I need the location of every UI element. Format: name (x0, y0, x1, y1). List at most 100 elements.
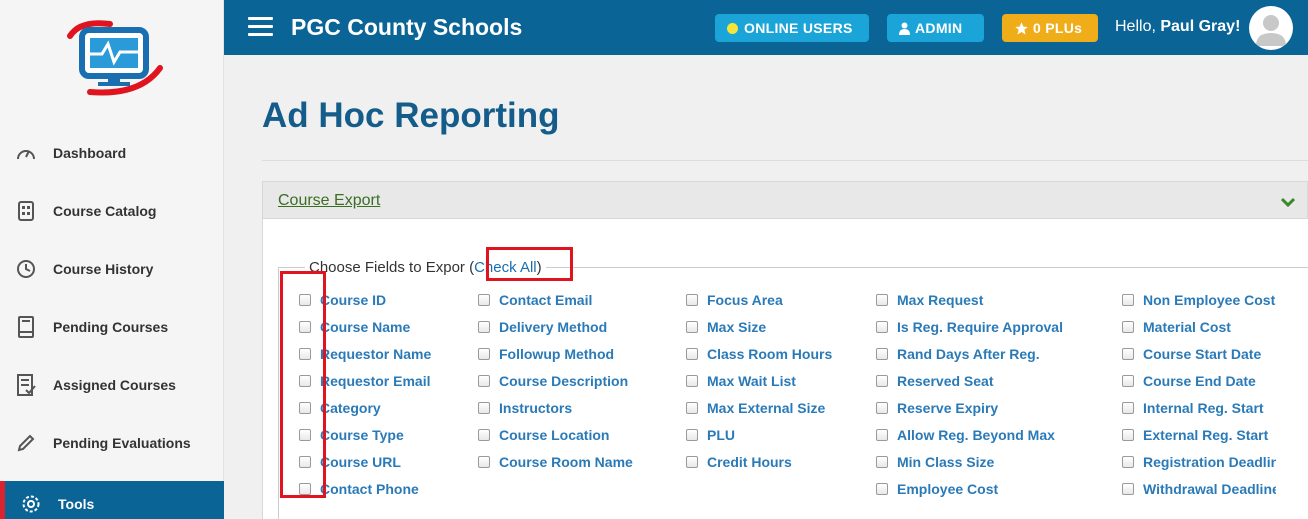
checkbox[interactable] (876, 347, 888, 360)
checkbox[interactable] (686, 293, 698, 306)
checkbox[interactable] (876, 320, 888, 333)
checkbox[interactable] (1122, 482, 1134, 495)
field-label: Withdrawal Deadline (1143, 480, 1276, 497)
checkbox[interactable] (1122, 428, 1134, 441)
field-label: Requestor Name (320, 345, 432, 362)
field-course-start-date[interactable]: Course Start Date (1122, 340, 1276, 367)
field-course-end-date[interactable]: Course End Date (1122, 367, 1276, 394)
checkbox[interactable] (686, 347, 698, 360)
admin-button[interactable]: ADMIN (887, 14, 984, 42)
plus-button[interactable]: 0 PLUs (1002, 14, 1098, 42)
checklist-icon (14, 373, 38, 397)
fields-column-4: Max Request Is Reg. Require Approval Ran… (876, 286, 1063, 502)
avatar[interactable] (1249, 6, 1293, 50)
field-course-location[interactable]: Course Location (478, 421, 633, 448)
checkbox[interactable] (876, 482, 888, 495)
checkbox[interactable] (478, 401, 490, 414)
sidebar-item-label: Dashboard (53, 145, 127, 161)
catalog-icon (14, 199, 38, 223)
sidebar-item-assigned-courses[interactable]: Assigned Courses (0, 356, 224, 414)
field-label: Course Description (499, 372, 629, 389)
sidebar: Dashboard Course Catalog Course History … (0, 0, 224, 519)
field-max-wait-list[interactable]: Max Wait List (686, 367, 832, 394)
chevron-down-icon[interactable] (1280, 194, 1296, 212)
checkbox[interactable] (876, 401, 888, 414)
field-label: Focus Area (707, 291, 783, 308)
checkbox[interactable] (686, 374, 698, 387)
checkbox[interactable] (686, 428, 698, 441)
field-label: Class Room Hours (707, 345, 833, 362)
gear-icon (19, 492, 43, 516)
field-plu[interactable]: PLU (686, 421, 832, 448)
checkbox[interactable] (478, 374, 490, 387)
checkbox[interactable] (876, 428, 888, 441)
field-employee-cost[interactable]: Employee Cost (876, 475, 1063, 502)
sidebar-item-course-catalog[interactable]: Course Catalog (0, 182, 224, 240)
course-export-link[interactable]: Course Export (278, 192, 380, 210)
checkbox[interactable] (876, 374, 888, 387)
field-rand-days-after-reg[interactable]: Rand Days After Reg. (876, 340, 1063, 367)
checkbox[interactable] (1122, 293, 1134, 306)
field-label: Delivery Method (499, 318, 608, 335)
field-class-room-hours[interactable]: Class Room Hours (686, 340, 832, 367)
field-external-reg-start[interactable]: External Reg. Start (1122, 421, 1276, 448)
sidebar-item-label: Course History (53, 261, 154, 277)
checkbox[interactable] (686, 401, 698, 414)
checkbox[interactable] (876, 293, 888, 306)
sidebar-item-label: Assigned Courses (53, 377, 176, 393)
plus-label: 0 PLUs (1033, 20, 1083, 36)
field-label: Employee Cost (897, 480, 999, 497)
menu-icon[interactable] (248, 17, 273, 37)
checkbox[interactable] (876, 455, 888, 468)
field-max-external-size[interactable]: Max External Size (686, 394, 832, 421)
checkbox[interactable] (1122, 320, 1134, 333)
field-label: Allow Reg. Beyond Max (897, 426, 1055, 443)
field-contact-email[interactable]: Contact Email (478, 286, 633, 313)
sidebar-nav: Dashboard Course Catalog Course History … (0, 124, 224, 519)
greeting-text: Hello, (1115, 18, 1156, 35)
field-max-request[interactable]: Max Request (876, 286, 1063, 313)
sidebar-item-pending-courses[interactable]: Pending Courses (0, 298, 224, 356)
field-label: Max Wait List (707, 372, 796, 389)
sidebar-item-dashboard[interactable]: Dashboard (0, 124, 224, 182)
field-non-employee-cost[interactable]: Non Employee Cost (1122, 286, 1276, 313)
field-internal-reg-start[interactable]: Internal Reg. Start (1122, 394, 1276, 421)
field-focus-area[interactable]: Focus Area (686, 286, 832, 313)
checkbox[interactable] (1122, 401, 1134, 414)
field-is-reg-require-approval[interactable]: Is Reg. Require Approval (876, 313, 1063, 340)
checkbox[interactable] (478, 347, 490, 360)
field-registration-deadline[interactable]: Registration Deadline (1122, 448, 1276, 475)
checkbox[interactable] (478, 293, 490, 306)
field-withdrawal-deadline[interactable]: Withdrawal Deadline (1122, 475, 1276, 502)
checkbox[interactable] (1122, 455, 1134, 468)
field-credit-hours[interactable]: Credit Hours (686, 448, 832, 475)
checkbox[interactable] (478, 320, 490, 333)
field-followup-method[interactable]: Followup Method (478, 340, 633, 367)
field-material-cost[interactable]: Material Cost (1122, 313, 1276, 340)
book-icon (14, 315, 38, 339)
field-reserved-seat[interactable]: Reserved Seat (876, 367, 1063, 394)
field-course-room-name[interactable]: Course Room Name (478, 448, 633, 475)
sidebar-item-pending-evaluations[interactable]: Pending Evaluations (0, 414, 224, 472)
field-reserve-expiry[interactable]: Reserve Expiry (876, 394, 1063, 421)
field-label: Max External Size (707, 399, 826, 416)
field-min-class-size[interactable]: Min Class Size (876, 448, 1063, 475)
checkbox[interactable] (478, 455, 490, 468)
field-delivery-method[interactable]: Delivery Method (478, 313, 633, 340)
sidebar-item-course-history[interactable]: Course History (0, 240, 224, 298)
checkbox[interactable] (1122, 347, 1134, 360)
online-users-label: ONLINE USERS (744, 20, 853, 36)
field-label: Contact Email (499, 291, 593, 308)
field-instructors[interactable]: Instructors (478, 394, 633, 421)
field-label: Course Start Date (1143, 345, 1262, 362)
checkbox[interactable] (1122, 374, 1134, 387)
online-users-button[interactable]: ONLINE USERS (715, 14, 869, 42)
field-course-description[interactable]: Course Description (478, 367, 633, 394)
course-export-panel-header[interactable]: Course Export (262, 181, 1308, 219)
checkbox[interactable] (478, 428, 490, 441)
sidebar-item-tools[interactable]: Tools (0, 481, 224, 519)
field-allow-reg-beyond-max[interactable]: Allow Reg. Beyond Max (876, 421, 1063, 448)
checkbox[interactable] (686, 320, 698, 333)
checkbox[interactable] (686, 455, 698, 468)
field-max-size[interactable]: Max Size (686, 313, 832, 340)
